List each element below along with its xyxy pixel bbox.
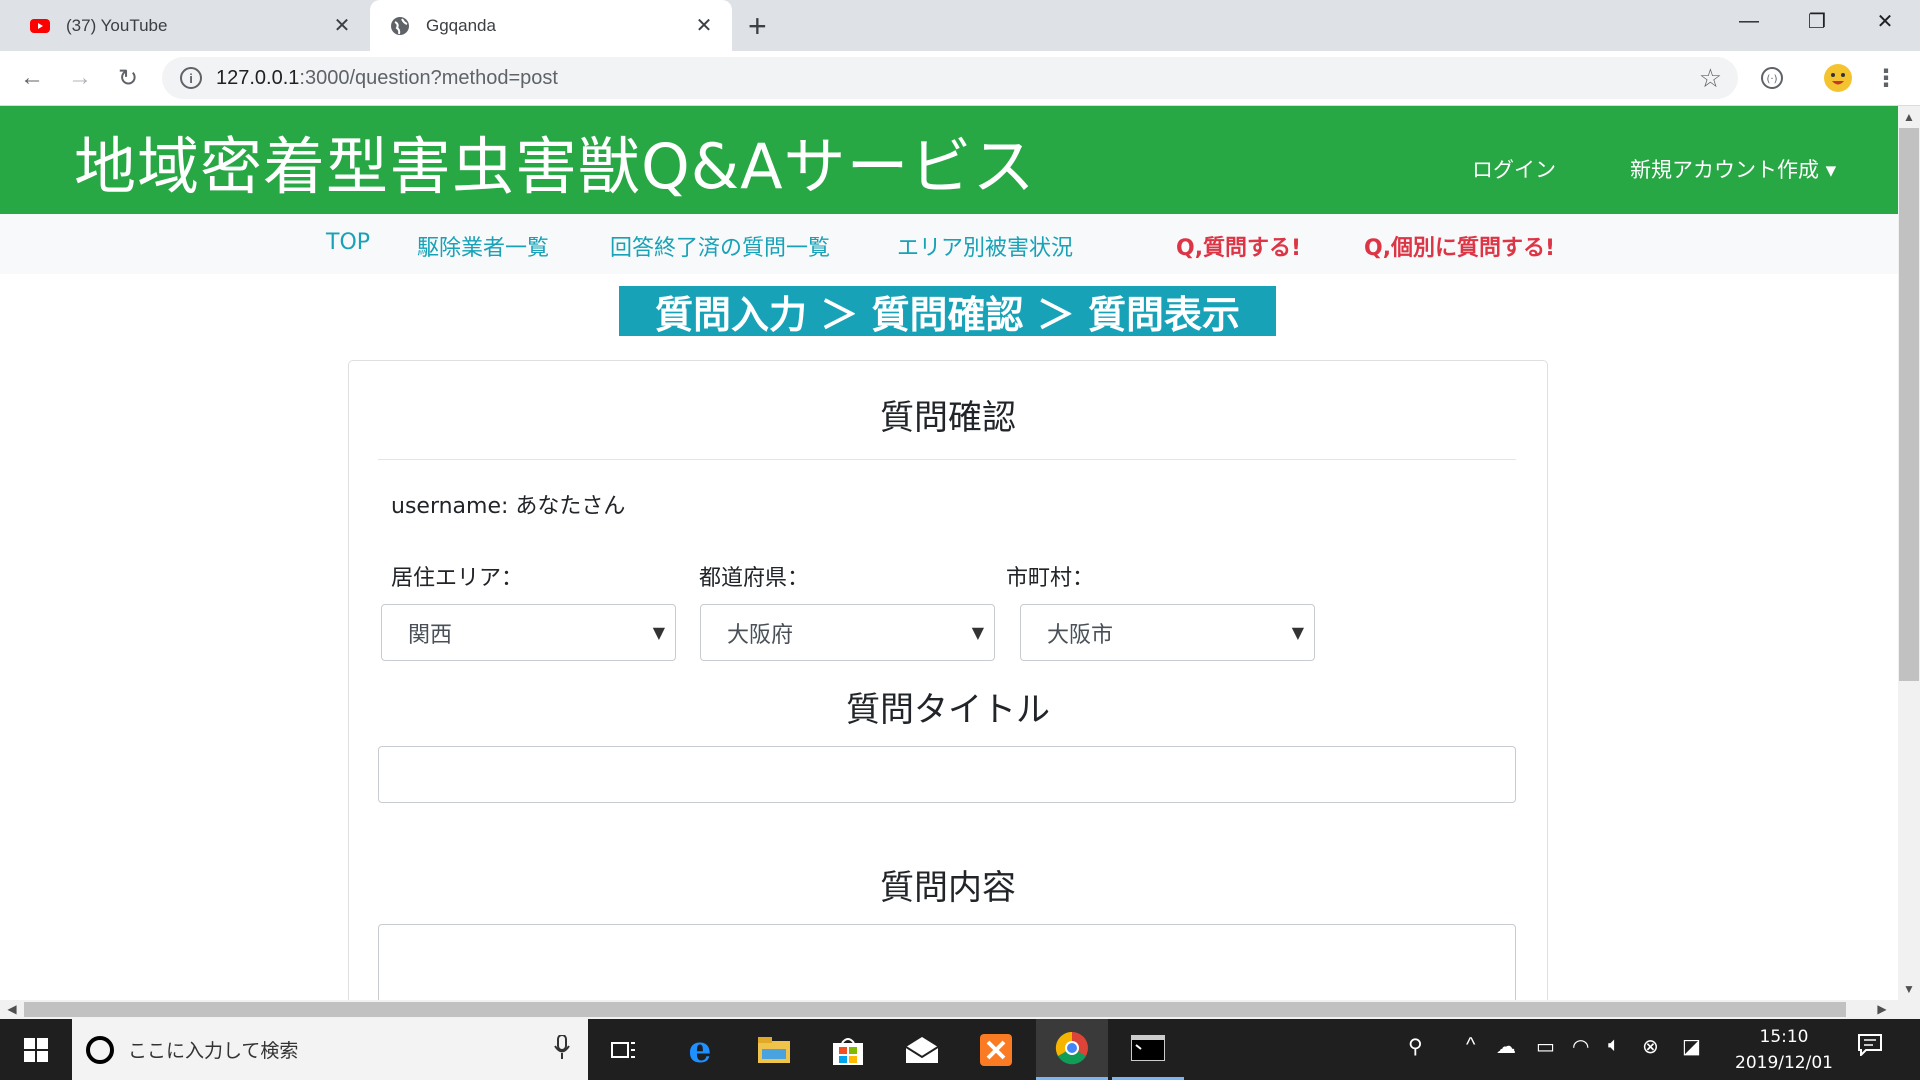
task-view-icon[interactable] (588, 1019, 660, 1080)
restore-icon[interactable]: ❐ (1783, 0, 1851, 42)
nav-exterminators[interactable]: 駆除業者一覧 (417, 230, 549, 262)
content-heading: 質問内容 (880, 868, 1016, 908)
scroll-up-icon[interactable]: ▲ (1899, 108, 1919, 126)
scroll-right-icon[interactable]: ▶ (1872, 1000, 1892, 1018)
city-select[interactable]: 大阪市 ▼ (1020, 604, 1315, 661)
prefecture-select[interactable]: 大阪府 ▼ (700, 604, 995, 661)
nav-ask-individual[interactable]: Q,個別に質問する! (1364, 230, 1555, 262)
url-text: 127.0.0.1:3000/question?method=post (216, 67, 558, 90)
clock-time: 15:10 (1759, 1027, 1809, 1047)
prefecture-label: 都道府県： (699, 566, 810, 591)
profile-avatar[interactable] (1820, 60, 1856, 96)
battery-icon[interactable]: ▭ (1536, 1034, 1555, 1059)
menu-icon[interactable]: ⋮ (1868, 60, 1904, 96)
clock-date: 2019/12/01 (1735, 1053, 1833, 1073)
tab-youtube[interactable]: (37) YouTube ✕ (0, 0, 370, 51)
globe-icon (390, 16, 410, 36)
show-hidden-icons[interactable]: ^ (1466, 1034, 1475, 1057)
windows-start-icon[interactable] (0, 1019, 72, 1080)
back-icon[interactable]: ← (14, 60, 50, 96)
city-select-value: 大阪市 (1047, 622, 1114, 648)
people-icon[interactable]: ⚲ (1408, 1034, 1423, 1059)
chrome-icon[interactable] (1036, 1019, 1108, 1080)
close-window-icon[interactable]: ✕ (1851, 0, 1919, 42)
edge-icon[interactable]: e (664, 1019, 736, 1080)
progress-steps: 質問入力 ＞ 質問確認 ＞ 質問表示 (619, 286, 1276, 337)
notification-icon[interactable] (1858, 1034, 1882, 1062)
city-label: 市町村： (1006, 566, 1095, 591)
chevron-down-icon: ▼ (1291, 623, 1304, 642)
url-path: :3000/question?method=post (299, 66, 558, 89)
file-explorer-icon[interactable] (738, 1019, 810, 1080)
nav-ask-question[interactable]: Q,質問する! (1176, 230, 1301, 262)
area-select[interactable]: 関西 ▼ (381, 604, 676, 661)
url-host: 127.0.0.1 (216, 66, 300, 89)
card-heading: 質問確認 (880, 398, 1016, 438)
volume-icon[interactable]: 🔈︎ (1608, 1034, 1620, 1057)
username-text: username: あなたさん (391, 494, 626, 519)
prefecture-select-value: 大阪府 (727, 622, 794, 648)
signup-dropdown[interactable]: 新規アカウント作成 ▾ (1630, 154, 1836, 184)
app-tray-icon[interactable]: ◪ (1682, 1034, 1701, 1059)
divider (378, 459, 1516, 460)
horizontal-scroll-thumb[interactable] (24, 1002, 1846, 1017)
close-tab-icon[interactable]: ✕ (690, 12, 718, 40)
reload-icon[interactable]: ↻ (110, 60, 146, 96)
close-tab-icon[interactable]: ✕ (328, 12, 356, 40)
title-heading: 質問タイトル (846, 690, 1050, 730)
chevron-down-icon: ▼ (971, 623, 984, 642)
xampp-icon[interactable] (960, 1019, 1032, 1080)
nav-answered-questions[interactable]: 回答終了済の質問一覧 (610, 230, 830, 262)
address-bar[interactable]: i 127.0.0.1:3000/question?method=post ☆ (162, 57, 1738, 99)
site-brand[interactable]: 地域密着型害虫害獣Q&Aサービス (74, 116, 1036, 206)
taskbar-search-placeholder: ここに入力して検索 (128, 1040, 299, 1062)
svg-text:(·): (·) (1767, 74, 1778, 85)
terminal-icon[interactable] (1112, 1019, 1184, 1080)
content-textarea[interactable] (378, 924, 1516, 1000)
nav-top[interactable]: TOP (326, 230, 370, 255)
vertical-scroll-thumb[interactable] (1899, 128, 1919, 681)
onedrive-icon[interactable]: ☁ (1496, 1034, 1516, 1059)
forward-icon[interactable]: → (62, 60, 98, 96)
clock[interactable]: 15:10 2019/12/01 (1734, 1024, 1834, 1076)
new-tab-button[interactable]: + (748, 8, 767, 45)
error-icon[interactable]: ⊗ (1642, 1034, 1659, 1059)
area-label: 居住エリア： (391, 566, 524, 591)
youtube-icon (30, 16, 50, 36)
minimize-icon[interactable]: — (1715, 0, 1783, 42)
login-link[interactable]: ログイン (1472, 154, 1556, 184)
bookmark-star-icon[interactable]: ☆ (1699, 63, 1722, 94)
tab-title: Ggqanda (426, 15, 496, 35)
nav-area-damage[interactable]: エリア別被害状況 (897, 230, 1073, 262)
site-info-icon[interactable]: i (180, 67, 202, 89)
scroll-left-icon[interactable]: ◀ (2, 1000, 22, 1018)
cortana-icon (86, 1035, 114, 1064)
page-viewport: 地域密着型害虫害獣Q&Aサービス ログイン 新規アカウント作成 ▾ TOP 駆除… (0, 106, 1898, 1000)
wifi-icon[interactable]: ◠ (1572, 1034, 1589, 1059)
title-input[interactable] (378, 746, 1516, 803)
taskbar-search[interactable]: ここに入力して検索 (72, 1019, 588, 1080)
chevron-down-icon: ▼ (652, 623, 665, 642)
scroll-down-icon[interactable]: ▼ (1899, 980, 1919, 998)
tab-title: (37) YouTube (66, 15, 168, 35)
store-icon[interactable] (812, 1019, 884, 1080)
tab-ggqanda[interactable]: Ggqanda ✕ (370, 0, 732, 51)
microphone-icon[interactable] (554, 1034, 570, 1064)
extension-icon[interactable]: (·) (1754, 60, 1790, 96)
mail-icon[interactable] (886, 1019, 958, 1080)
area-select-value: 関西 (408, 622, 453, 648)
